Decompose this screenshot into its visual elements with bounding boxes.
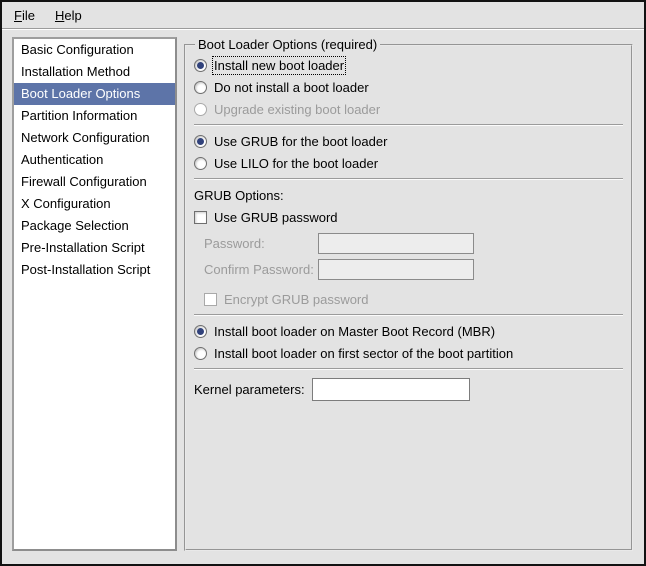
confirm-password-label: Confirm Password: bbox=[204, 262, 318, 277]
password-label: Password: bbox=[204, 236, 318, 251]
sidebar-item-authentication[interactable]: Authentication bbox=[14, 149, 175, 171]
grub-options-heading-row: GRUB Options: bbox=[194, 184, 623, 206]
radio-do-not-install-label: Do not install a boot loader bbox=[214, 80, 369, 95]
radio-use-lilo[interactable] bbox=[194, 157, 207, 170]
menu-help[interactable]: Help bbox=[45, 2, 92, 28]
confirm-password-field-row: Confirm Password: bbox=[204, 259, 623, 280]
password-field-row: Password: bbox=[204, 233, 623, 254]
radio-upgrade-existing-boot-loader bbox=[194, 103, 207, 116]
sidebar-item-boot-loader-options[interactable]: Boot Loader Options bbox=[14, 83, 175, 105]
separator bbox=[194, 314, 623, 316]
sidebar-item-x-configuration[interactable]: X Configuration bbox=[14, 193, 175, 215]
frame-title: Boot Loader Options (required) bbox=[195, 37, 380, 52]
menu-bar: File Help bbox=[2, 2, 644, 29]
sidebar-item-post-installation-script[interactable]: Post-Installation Script bbox=[14, 259, 175, 281]
radio-row-install-first-sector[interactable]: Install boot loader on first sector of t… bbox=[194, 342, 623, 364]
radio-row-install-new[interactable]: Install new boot loader bbox=[194, 54, 623, 76]
kernel-parameters-input[interactable] bbox=[312, 378, 470, 401]
separator bbox=[194, 368, 623, 370]
checkbox-encrypt-grub-password bbox=[204, 293, 217, 306]
checkbox-use-grub-password-label: Use GRUB password bbox=[214, 210, 338, 225]
sidebar-item-partition-information[interactable]: Partition Information bbox=[14, 105, 175, 127]
radio-install-new-label: Install new boot loader bbox=[214, 58, 344, 73]
radio-row-install-mbr[interactable]: Install boot loader on Master Boot Recor… bbox=[194, 320, 623, 342]
radio-row-upgrade-existing: Upgrade existing boot loader bbox=[194, 98, 623, 120]
sidebar-item-package-selection[interactable]: Package Selection bbox=[14, 215, 175, 237]
checkbox-encrypt-grub-password-label: Encrypt GRUB password bbox=[224, 292, 369, 307]
kickstart-configurator-window: File Help Basic Configuration Installati… bbox=[0, 0, 646, 566]
sidebar-item-basic-configuration[interactable]: Basic Configuration bbox=[14, 39, 175, 61]
radio-upgrade-existing-label: Upgrade existing boot loader bbox=[214, 102, 380, 117]
menu-file[interactable]: File bbox=[4, 2, 45, 28]
radio-row-do-not-install[interactable]: Do not install a boot loader bbox=[194, 76, 623, 98]
radio-install-on-first-sector-label: Install boot loader on first sector of t… bbox=[214, 346, 513, 361]
main-area: Basic Configuration Installation Method … bbox=[2, 29, 644, 562]
grub-options-label: GRUB Options: bbox=[194, 188, 284, 203]
confirm-password-input bbox=[318, 259, 474, 280]
sidebar-item-network-configuration[interactable]: Network Configuration bbox=[14, 127, 175, 149]
sidebar-item-installation-method[interactable]: Installation Method bbox=[14, 61, 175, 83]
category-list: Basic Configuration Installation Method … bbox=[12, 37, 177, 551]
radio-install-on-mbr[interactable] bbox=[194, 325, 207, 338]
sidebar-item-firewall-configuration[interactable]: Firewall Configuration bbox=[14, 171, 175, 193]
checkbox-use-grub-password[interactable] bbox=[194, 211, 207, 224]
sidebar-item-pre-installation-script[interactable]: Pre-Installation Script bbox=[14, 237, 175, 259]
radio-use-grub[interactable] bbox=[194, 135, 207, 148]
menu-help-label: Help bbox=[55, 8, 82, 23]
radio-install-new-boot-loader[interactable] bbox=[194, 59, 207, 72]
boot-loader-options-frame: Boot Loader Options (required) Install n… bbox=[184, 37, 633, 551]
radio-use-grub-label: Use GRUB for the boot loader bbox=[214, 134, 387, 149]
radio-do-not-install-boot-loader[interactable] bbox=[194, 81, 207, 94]
radio-row-use-grub[interactable]: Use GRUB for the boot loader bbox=[194, 130, 623, 152]
password-input bbox=[318, 233, 474, 254]
radio-use-lilo-label: Use LILO for the boot loader bbox=[214, 156, 378, 171]
kernel-parameters-label: Kernel parameters: bbox=[194, 382, 312, 397]
radio-install-on-mbr-label: Install boot loader on Master Boot Recor… bbox=[214, 324, 495, 339]
radio-row-use-lilo[interactable]: Use LILO for the boot loader bbox=[194, 152, 623, 174]
separator bbox=[194, 124, 623, 126]
kernel-parameters-row: Kernel parameters: bbox=[194, 378, 623, 401]
menu-file-label: File bbox=[14, 8, 35, 23]
separator bbox=[194, 178, 623, 180]
checkbox-row-encrypt-grub-password: Encrypt GRUB password bbox=[204, 288, 623, 310]
radio-install-on-first-sector[interactable] bbox=[194, 347, 207, 360]
checkbox-row-use-grub-password[interactable]: Use GRUB password bbox=[194, 206, 623, 228]
